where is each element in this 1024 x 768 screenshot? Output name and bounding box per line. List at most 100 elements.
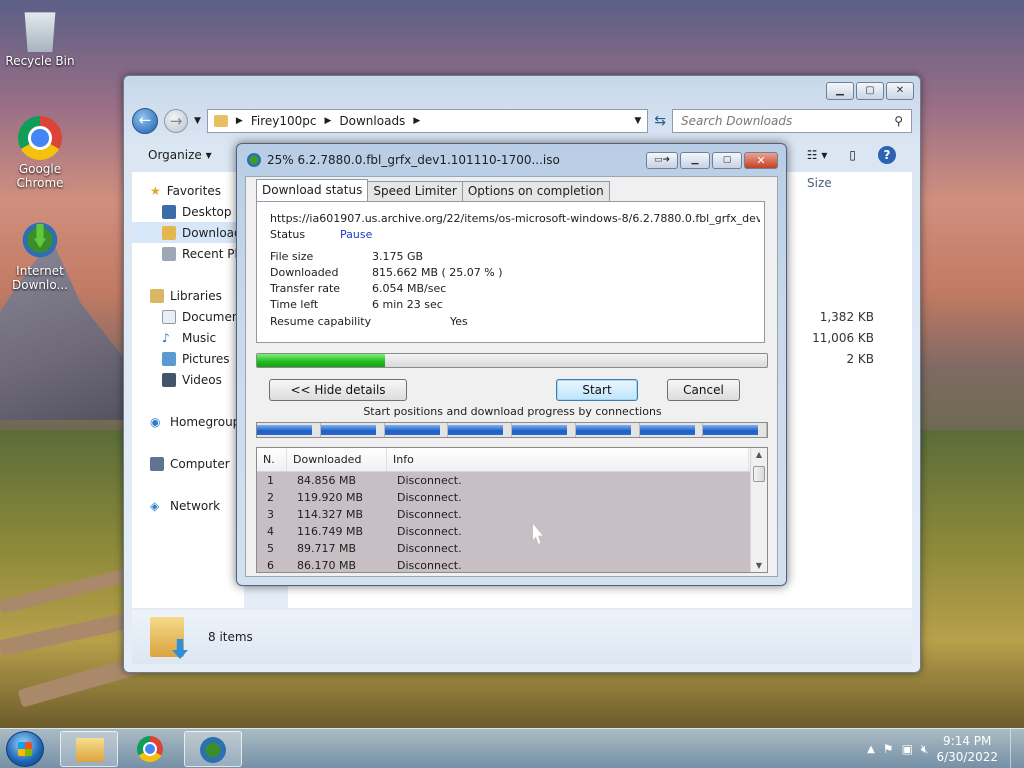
nav-item-music[interactable]: ♪ Music [132,327,244,348]
nav-item-homegroup[interactable]: ◉ Homegroup [132,411,244,432]
desktop-icon-internet-download-manager[interactable]: Internet Downlo... [2,218,78,292]
nav-label: Homegroup [170,414,241,429]
start-button[interactable] [6,731,44,767]
tab-speed-limiter[interactable]: Speed Limiter [367,181,463,201]
minimize-to-tray-button[interactable]: ▭➜ [646,152,678,169]
file-size: 1,382 KB [819,310,874,324]
connections-rows: 1 84.856 MB Disconnect. 2 119.920 MB Disconne… [257,472,767,572]
clock[interactable]: 9:14 PM 6/30/2022 [936,733,998,765]
scroll-up-icon[interactable]: ▲ [751,450,767,459]
view-options-icon[interactable]: ☷ ▾ [807,148,828,162]
cell-info: Disconnect. [397,542,462,555]
connection-segment [703,423,767,437]
show-desktop-button[interactable] [1010,729,1024,768]
nav-item-computer[interactable]: Computer [132,453,244,474]
search-input[interactable]: Search Downloads ⚲ [672,109,912,133]
address-dropdown-icon[interactable]: ▼ [634,116,641,126]
taskbar-item-explorer[interactable] [60,731,118,767]
recent-pages-dropdown-icon[interactable]: ▼ [194,116,201,126]
table-row[interactable]: 5 89.717 MB Disconnect. [257,540,767,557]
nav-item-favorites[interactable]: ★ Favorites [132,180,244,201]
organize-button[interactable]: Organize ▾ [148,148,212,162]
column-header-number[interactable]: N. [257,448,287,471]
preview-pane-icon[interactable]: ▯ [849,148,856,162]
breadcrumb-separator-icon[interactable]: ▶ [413,116,420,126]
minimize-button[interactable]: ▁ [826,82,854,100]
dialog-title-bar: 25% 6.2.7880.0.fbl_grfx_dev1.101110-1700… [247,153,560,167]
table-row[interactable]: 2 119.920 MB Disconnect. [257,489,767,506]
nav-item-network[interactable]: ◈ Network [132,495,244,516]
table-row[interactable]: 4 116.749 MB Disconnect. [257,523,767,540]
music-icon: ♪ [162,330,170,345]
nav-item-pictures[interactable]: Pictures [132,348,244,369]
cancel-button[interactable]: Cancel [667,379,740,401]
breadcrumb-item-downloads[interactable]: Downloads [339,114,405,128]
recent-places-icon [162,246,176,261]
breadcrumb-item-firey100pc[interactable]: Firey100pc [251,114,317,128]
close-button[interactable]: ✕ [744,152,778,169]
file-size: 2 KB [846,352,874,366]
search-icon[interactable]: ⚲ [894,114,903,128]
table-row[interactable]: 6 86.170 MB Disconnect. [257,557,767,572]
desktop-icon-label: Recycle Bin [5,54,75,68]
action-center-flag-icon[interactable]: ⚑ [883,742,894,756]
resume-capability-value: Yes [450,315,468,328]
show-hidden-icons-icon[interactable]: ▲ [867,744,875,755]
column-header-downloaded[interactable]: Downloaded [287,448,387,471]
cell-n: 3 [267,508,274,521]
refresh-icon[interactable]: ⇆ [654,113,666,129]
desktop-icon-google-chrome[interactable]: Google Chrome [2,116,78,190]
tab-options-on-completion[interactable]: Options on completion [461,181,610,201]
documents-icon [162,309,176,324]
cell-info: Disconnect. [397,559,462,572]
cell-n: 1 [267,474,274,487]
nav-item-videos[interactable]: Videos [132,369,244,390]
column-header-info[interactable]: Info [387,448,749,471]
connection-segment [575,423,640,437]
connection-segment-fill [448,425,504,435]
back-button[interactable]: ← [132,108,158,134]
nav-item-downloads[interactable]: Download [132,222,244,243]
star-icon: ★ [150,183,161,198]
breadcrumb-separator-icon[interactable]: ▶ [236,116,243,126]
cell-downloaded: 114.327 MB [297,508,364,521]
connection-segment [257,423,321,437]
column-header-size[interactable]: Size [807,176,832,190]
nav-item-recent-places[interactable]: Recent Pla [132,243,244,264]
cell-downloaded: 84.856 MB [297,474,357,487]
connection-segment-fill [384,425,440,435]
connections-scrollbar[interactable]: ▲ ▼ [750,448,767,572]
breadcrumb-separator-icon[interactable]: ▶ [324,116,331,126]
transfer-rate-label: Transfer rate [270,282,341,295]
start-button[interactable]: Start [556,379,638,401]
tab-download-status[interactable]: Download status [256,179,369,201]
forward-button[interactable]: → [164,109,188,133]
table-row[interactable]: 3 114.327 MB Disconnect. [257,506,767,523]
nav-label: Computer [170,456,230,471]
download-progress-dialog[interactable]: 25% 6.2.7880.0.fbl_grfx_dev1.101110-1700… [236,143,787,586]
hide-details-button[interactable]: << Hide details [269,379,407,401]
desktop-icon-recycle-bin[interactable]: Recycle Bin [2,8,78,68]
scrollbar-thumb[interactable] [753,466,765,482]
folder-icon [213,115,228,127]
cell-n: 4 [267,525,274,538]
table-row[interactable]: 1 84.856 MB Disconnect. [257,472,767,489]
close-button[interactable]: ✕ [886,82,914,100]
nav-item-libraries[interactable]: Libraries [132,285,244,306]
volume-muted-icon[interactable]: 🔇︎ [921,742,929,757]
nav-item-desktop[interactable]: Desktop [132,201,244,222]
address-bar[interactable]: ▶ Firey100pc ▶ Downloads ▶ ▼ [206,109,649,133]
scroll-down-icon[interactable]: ▼ [751,561,767,570]
idm-icon [247,153,261,167]
taskbar-item-idm[interactable] [184,731,242,767]
maximize-button[interactable]: ▢ [712,152,742,169]
download-url: https://ia601907.us.archive.org/22/items… [270,212,760,225]
network-icon[interactable]: ▣ [902,742,913,756]
minimize-button[interactable]: ▁ [680,152,710,169]
help-icon[interactable]: ? [878,146,896,164]
connections-list[interactable]: N. Downloaded Info 1 84.856 MB Disconnect.… [256,447,768,573]
nav-item-documents[interactable]: Document [132,306,244,327]
maximize-button[interactable]: ▢ [856,82,884,100]
taskbar-item-chrome[interactable] [122,731,180,767]
address-row: ← → ▼ ▶ Firey100pc ▶ Downloads ▶ ▼ ⇆ Sea… [132,108,912,134]
